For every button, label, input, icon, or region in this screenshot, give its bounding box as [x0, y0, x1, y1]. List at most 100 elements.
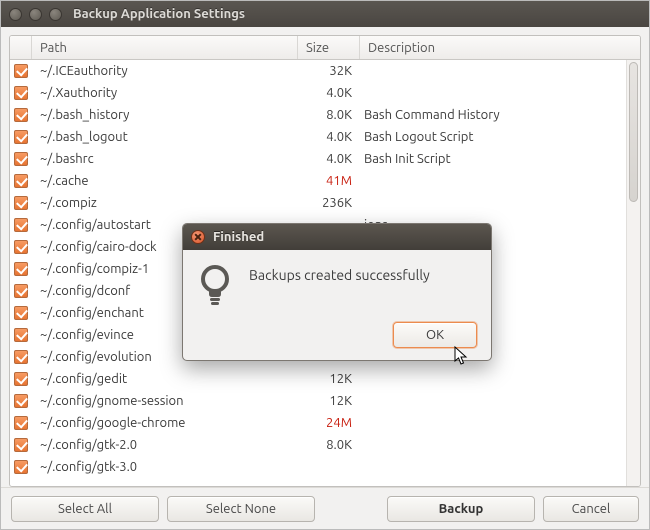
row-path: ~/.bash_logout: [32, 130, 298, 144]
row-checkbox-cell: [10, 262, 32, 276]
backup-button[interactable]: Backup: [387, 496, 535, 522]
row-checkbox-cell: [10, 196, 32, 210]
row-checkbox[interactable]: [14, 460, 28, 474]
table-row[interactable]: ~/.bash_history8.0KBash Command History: [10, 104, 640, 126]
header-check-col[interactable]: [10, 36, 32, 59]
titlebar[interactable]: Backup Application Settings: [1, 1, 649, 27]
window-minimize-icon[interactable]: [29, 8, 42, 21]
row-checkbox-cell: [10, 64, 32, 78]
row-checkbox[interactable]: [14, 350, 28, 364]
table-row[interactable]: ~/.compiz236K: [10, 192, 640, 214]
dialog-close-icon[interactable]: [191, 230, 205, 244]
header-size[interactable]: Size: [298, 36, 360, 59]
row-description: Bash Logout Script: [360, 130, 640, 144]
row-size: 24M: [298, 416, 360, 430]
row-checkbox-cell: [10, 306, 32, 320]
footer-toolbar: Select All Select None Backup Cancel: [1, 487, 649, 529]
row-size: 12K: [298, 372, 360, 386]
row-checkbox[interactable]: [14, 394, 28, 408]
table-row[interactable]: ~/.config/google-chrome24M: [10, 412, 640, 434]
row-checkbox[interactable]: [14, 372, 28, 386]
row-path: ~/.cache: [32, 174, 298, 188]
scrollbar-thumb[interactable]: [629, 62, 638, 202]
row-path: ~/.bash_history: [32, 108, 298, 122]
row-checkbox[interactable]: [14, 130, 28, 144]
row-checkbox[interactable]: [14, 108, 28, 122]
table-row[interactable]: ~/.config/gedit12K: [10, 368, 640, 390]
dialog-message: Backups created successfully: [249, 267, 479, 283]
table-row[interactable]: ~/.config/gnome-session12K: [10, 390, 640, 412]
row-checkbox[interactable]: [14, 86, 28, 100]
row-checkbox[interactable]: [14, 152, 28, 166]
row-path: ~/.config/gnome-session: [32, 394, 298, 408]
table-row[interactable]: ~/.config/gtk-2.08.0K: [10, 434, 640, 456]
row-checkbox[interactable]: [14, 262, 28, 276]
row-size: 8.0K: [298, 438, 360, 452]
row-size: 4.0K: [298, 152, 360, 166]
row-checkbox[interactable]: [14, 328, 28, 342]
row-checkbox-cell: [10, 460, 32, 474]
row-checkbox-cell: [10, 152, 32, 166]
row-checkbox[interactable]: [14, 218, 28, 232]
row-checkbox-cell: [10, 350, 32, 364]
finished-dialog: Finished Backups created successfully OK: [182, 223, 492, 361]
row-size: 4.0K: [298, 86, 360, 100]
lightbulb-icon: [197, 264, 233, 308]
row-checkbox-cell: [10, 284, 32, 298]
cancel-button[interactable]: Cancel: [543, 496, 639, 522]
row-checkbox[interactable]: [14, 438, 28, 452]
row-checkbox[interactable]: [14, 416, 28, 430]
row-checkbox-cell: [10, 86, 32, 100]
row-size: 4.0K: [298, 130, 360, 144]
select-none-button[interactable]: Select None: [167, 496, 315, 522]
row-checkbox[interactable]: [14, 174, 28, 188]
row-checkbox-cell: [10, 174, 32, 188]
row-size: 41M: [298, 174, 360, 188]
row-checkbox[interactable]: [14, 64, 28, 78]
table-row[interactable]: ~/.cache41M: [10, 170, 640, 192]
table-row[interactable]: ~/.bash_logout4.0KBash Logout Script: [10, 126, 640, 148]
row-checkbox-cell: [10, 240, 32, 254]
row-checkbox-cell: [10, 438, 32, 452]
window-close-icon[interactable]: [9, 8, 22, 21]
row-checkbox[interactable]: [14, 240, 28, 254]
scrollbar-track[interactable]: [626, 60, 640, 486]
header-description[interactable]: Description: [360, 36, 640, 59]
table-row[interactable]: ~/.Xauthority4.0K: [10, 82, 640, 104]
row-description: Bash Command History: [360, 108, 640, 122]
row-checkbox-cell: [10, 218, 32, 232]
row-path: ~/.Xauthority: [32, 86, 298, 100]
row-checkbox[interactable]: [14, 196, 28, 210]
row-path: ~/.config/gtk-3.0: [32, 460, 298, 474]
row-size: 236K: [298, 196, 360, 210]
dialog-title: Finished: [213, 230, 264, 244]
dialog-ok-button[interactable]: OK: [393, 322, 477, 348]
main-window: Backup Application Settings Path Size De…: [0, 0, 650, 530]
row-checkbox[interactable]: [14, 284, 28, 298]
table-row[interactable]: ~/.config/gtk-3.0: [10, 456, 640, 478]
row-checkbox-cell: [10, 108, 32, 122]
row-checkbox-cell: [10, 372, 32, 386]
window-title: Backup Application Settings: [73, 7, 245, 21]
row-path: ~/.config/gedit: [32, 372, 298, 386]
row-checkbox-cell: [10, 394, 32, 408]
row-checkbox[interactable]: [14, 306, 28, 320]
header-path[interactable]: Path: [32, 36, 298, 59]
table-row[interactable]: ~/.ICEauthority32K: [10, 60, 640, 82]
row-size: 32K: [298, 64, 360, 78]
list-header: Path Size Description: [10, 36, 640, 60]
row-description: Bash Init Script: [360, 152, 640, 166]
row-size: 12K: [298, 394, 360, 408]
dialog-titlebar[interactable]: Finished: [183, 224, 491, 250]
select-all-button[interactable]: Select All: [11, 496, 159, 522]
row-size: 8.0K: [298, 108, 360, 122]
row-checkbox-cell: [10, 130, 32, 144]
table-row[interactable]: ~/.bashrc4.0KBash Init Script: [10, 148, 640, 170]
window-maximize-icon[interactable]: [49, 8, 62, 21]
row-path: ~/.ICEauthority: [32, 64, 298, 78]
dialog-body: Backups created successfully OK: [183, 250, 491, 360]
row-checkbox-cell: [10, 416, 32, 430]
row-path: ~/.bashrc: [32, 152, 298, 166]
row-checkbox-cell: [10, 328, 32, 342]
row-path: ~/.config/gtk-2.0: [32, 438, 298, 452]
